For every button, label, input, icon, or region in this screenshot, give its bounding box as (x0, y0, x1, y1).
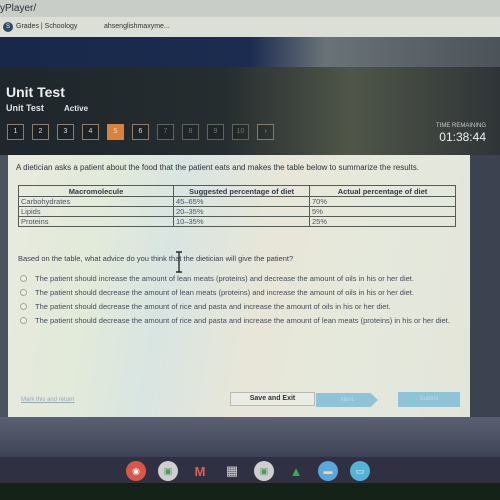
answer-text: The patient should decrease the amount o… (35, 302, 391, 311)
question-nav-8[interactable]: 8 (182, 124, 199, 140)
table-cell: 25% (309, 216, 456, 227)
question-stem: Based on the table, what advice do you t… (18, 254, 294, 263)
radio-button[interactable] (20, 289, 27, 296)
page-subtitle: Unit Test (6, 103, 44, 113)
app-top-bar (0, 37, 500, 67)
radio-button[interactable] (20, 275, 27, 282)
data-table: Macromolecule Suggested percentage of di… (18, 185, 456, 227)
arrow-right-icon: › (264, 128, 267, 135)
table-cell: 45–65% (173, 196, 310, 207)
schoology-icon: S (3, 22, 13, 32)
question-nav: 1 2 3 4 5 6 7 8 9 10 › (7, 124, 274, 140)
camera-icon-2[interactable]: ▣ (254, 461, 274, 481)
answer-option-2[interactable]: The patient should decrease the amount o… (18, 288, 488, 298)
test-header: Unit Test Unit Test Active 1 2 3 4 5 6 7… (0, 67, 500, 155)
screen-bezel (0, 483, 500, 500)
question-nav-5[interactable]: 5 (107, 124, 124, 140)
google-drive-icon[interactable]: ▲ (286, 461, 306, 481)
save-and-exit-button[interactable]: Save and Exit (230, 392, 315, 406)
question-nav-6[interactable]: 6 (132, 124, 149, 140)
calculator-icon[interactable]: ▦ (222, 461, 242, 481)
left-edge (0, 155, 8, 417)
question-nav-10[interactable]: 10 (232, 124, 249, 140)
radio-button[interactable] (20, 303, 27, 310)
chrome-icon[interactable]: ◉ (126, 461, 146, 481)
url-text: yPlayer/ (0, 3, 37, 14)
time-remaining-label: TIME REMAINING (435, 123, 486, 129)
question-nav-9[interactable]: 9 (207, 124, 224, 140)
question-footer: Mark this and return Save and Exit Next … (8, 391, 470, 409)
radio-button[interactable] (20, 317, 27, 324)
time-remaining: 01:38:44 (439, 130, 486, 144)
question-panel: A dietician asks a patient about the foo… (8, 155, 470, 417)
table-cell: Lipids (18, 206, 174, 217)
page-title: Unit Test (6, 84, 65, 100)
table-header: Actual percentage of diet (309, 185, 456, 197)
address-bar[interactable]: yPlayer/ (0, 0, 500, 17)
answer-option-3[interactable]: The patient should decrease the amount o… (18, 302, 488, 312)
question-nav-3[interactable]: 3 (57, 124, 74, 140)
table-cell: Carbohydrates (18, 196, 174, 207)
question-nav-4[interactable]: 4 (82, 124, 99, 140)
question-nav-7[interactable]: 7 (157, 124, 174, 140)
page-bottom (0, 417, 500, 457)
status-badge: Active (64, 104, 89, 113)
camera-icon[interactable]: ▣ (158, 461, 178, 481)
table-cell: 70% (309, 196, 456, 207)
table-header-row: Macromolecule Suggested percentage of di… (18, 185, 456, 197)
answer-options: The patient should increase the amount o… (18, 274, 488, 330)
question-nav-1[interactable]: 1 (7, 124, 24, 140)
question-nav-2[interactable]: 2 (32, 124, 49, 140)
gmail-icon[interactable]: M (190, 461, 210, 481)
table-row: Carbohydrates 45–65% 70% (18, 196, 456, 207)
answer-text: The patient should decrease the amount o… (35, 316, 450, 325)
next-button[interactable]: Next (316, 393, 378, 407)
answer-option-4[interactable]: The patient should decrease the amount o… (18, 316, 488, 326)
table-header: Suggested percentage of diet (173, 185, 310, 197)
bookmarks-bar: S Grades | Schoology ahsenglishmaxyme... (0, 17, 500, 37)
submit-button[interactable]: Submit (398, 392, 460, 407)
question-prompt: A dietician asks a patient about the foo… (16, 163, 419, 172)
screen-cast-icon[interactable]: ▭ (350, 461, 370, 481)
bookmark-grades-schoology[interactable]: Grades | Schoology (16, 23, 77, 30)
files-icon[interactable]: ▬ (318, 461, 338, 481)
answer-text: The patient should increase the amount o… (35, 274, 414, 283)
table-header: Macromolecule (18, 185, 174, 197)
right-edge (470, 155, 500, 417)
question-nav-next[interactable]: › (257, 124, 274, 140)
table-row: Proteins 10–35% 25% (18, 216, 456, 227)
bookmark-ahsenglish[interactable]: ahsenglishmaxyme... (104, 23, 170, 30)
table-cell: Proteins (18, 216, 174, 227)
screen: yPlayer/ S Grades | Schoology ahsenglish… (0, 0, 500, 500)
table-cell: 20–35% (173, 206, 310, 217)
mark-and-return-link[interactable]: Mark this and return (21, 397, 74, 403)
text-cursor-icon (176, 251, 182, 273)
table-cell: 5% (309, 206, 456, 217)
table-row: Lipids 20–35% 5% (18, 206, 456, 217)
app-dock: ◉ ▣ M ▦ ▣ ▲ ▬ ▭ (126, 461, 370, 481)
answer-text: The patient should decrease the amount o… (35, 288, 414, 297)
table-cell: 10–35% (173, 216, 310, 227)
answer-option-1[interactable]: The patient should increase the amount o… (18, 274, 488, 284)
